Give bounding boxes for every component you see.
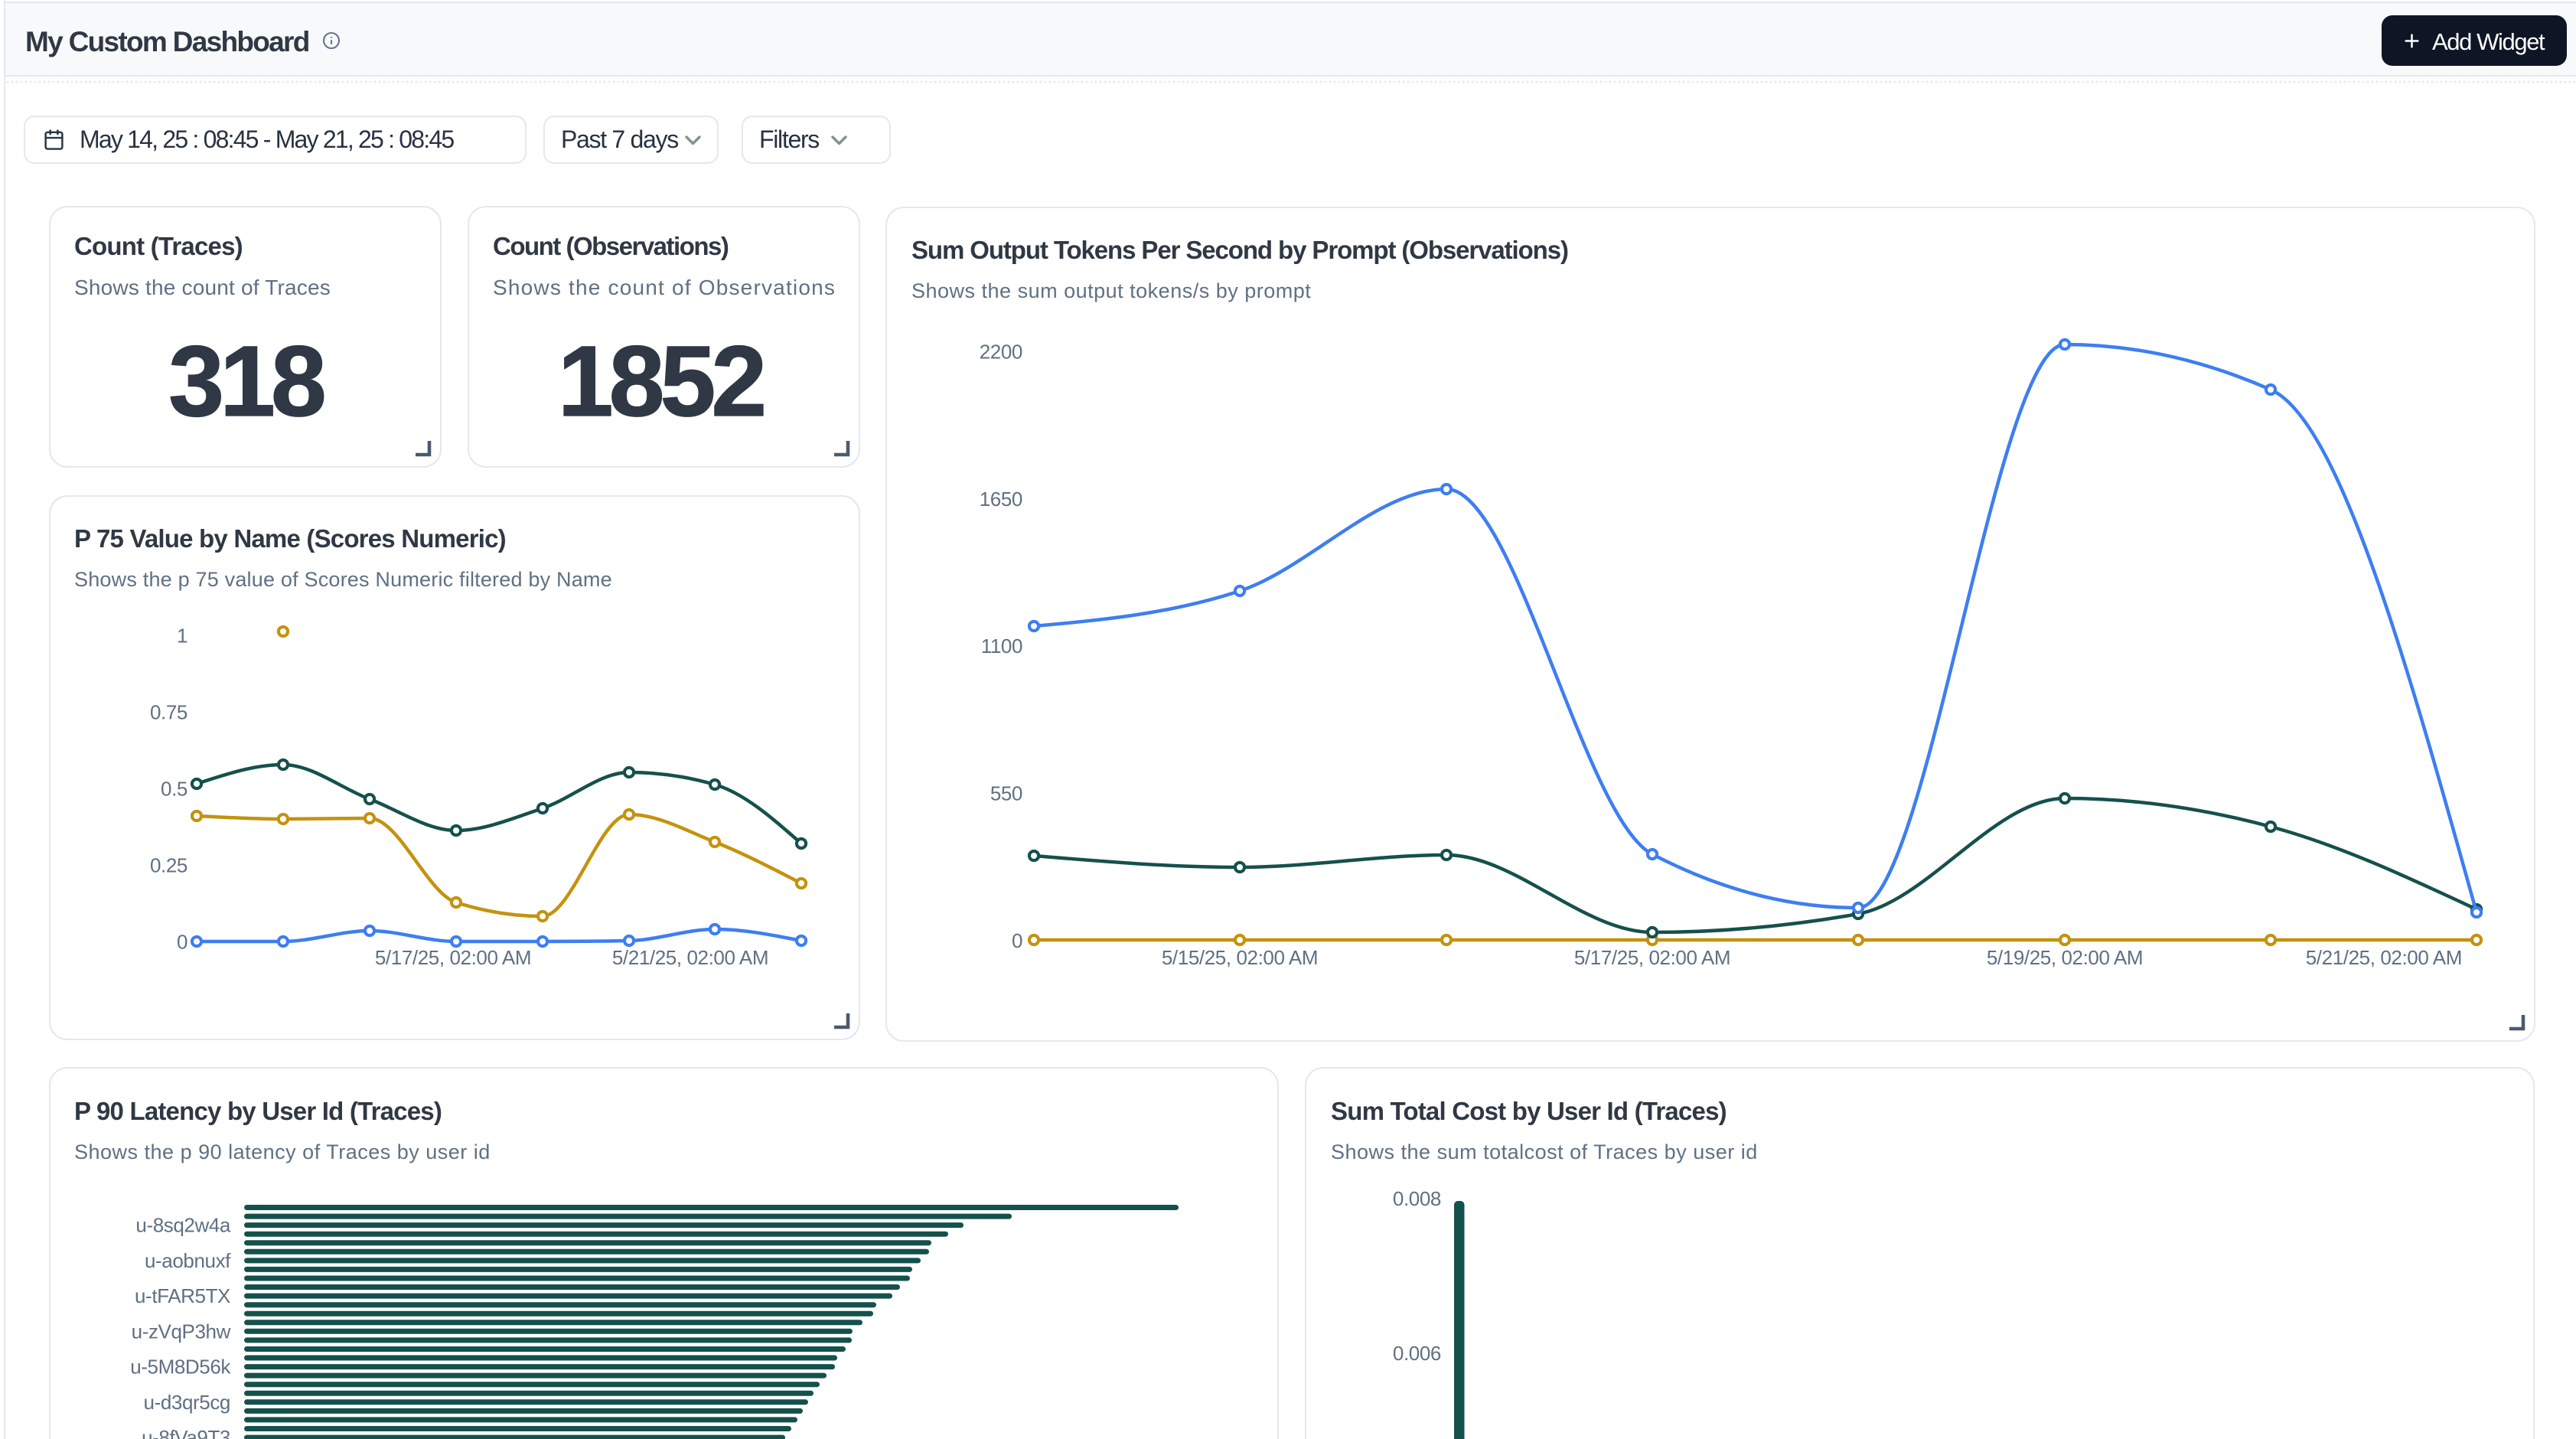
svg-text:5/19/25, 02:00 AM: 5/19/25, 02:00 AM <box>1987 946 2143 969</box>
svg-text:u-8sq2w4a: u-8sq2w4a <box>135 1214 231 1237</box>
svg-text:0.5: 0.5 <box>161 778 187 801</box>
svg-text:5/17/25, 02:00 AM: 5/17/25, 02:00 AM <box>1574 946 1730 969</box>
svg-text:0: 0 <box>1012 929 1022 952</box>
svg-text:u-zVqP3hw: u-zVqP3hw <box>132 1320 231 1343</box>
svg-text:u-tFAR5TX: u-tFAR5TX <box>135 1284 230 1307</box>
svg-text:0.006: 0.006 <box>1393 1342 1441 1365</box>
svg-text:5/21/25, 02:00 AM: 5/21/25, 02:00 AM <box>612 946 768 969</box>
svg-text:1100: 1100 <box>981 635 1022 658</box>
svg-text:u-aobnuxf: u-aobnuxf <box>145 1249 231 1272</box>
svg-text:1650: 1650 <box>980 488 1022 511</box>
svg-text:0.008: 0.008 <box>1393 1187 1441 1210</box>
svg-text:5/17/25, 02:00 AM: 5/17/25, 02:00 AM <box>375 946 531 969</box>
svg-text:u-d3qr5cg: u-d3qr5cg <box>144 1391 230 1414</box>
svg-text:1: 1 <box>177 625 187 648</box>
svg-text:0.25: 0.25 <box>150 854 187 877</box>
svg-text:2200: 2200 <box>980 341 1022 364</box>
svg-text:5/15/25, 02:00 AM: 5/15/25, 02:00 AM <box>1162 946 1318 969</box>
svg-text:5/21/25, 02:00 AM: 5/21/25, 02:00 AM <box>2306 946 2462 969</box>
svg-text:u-8fVa9T3: u-8fVa9T3 <box>142 1426 230 1439</box>
svg-text:550: 550 <box>990 782 1022 805</box>
svg-text:0.75: 0.75 <box>150 701 187 724</box>
svg-text:u-5M8D56k: u-5M8D56k <box>130 1356 231 1379</box>
svg-text:0: 0 <box>177 931 187 954</box>
